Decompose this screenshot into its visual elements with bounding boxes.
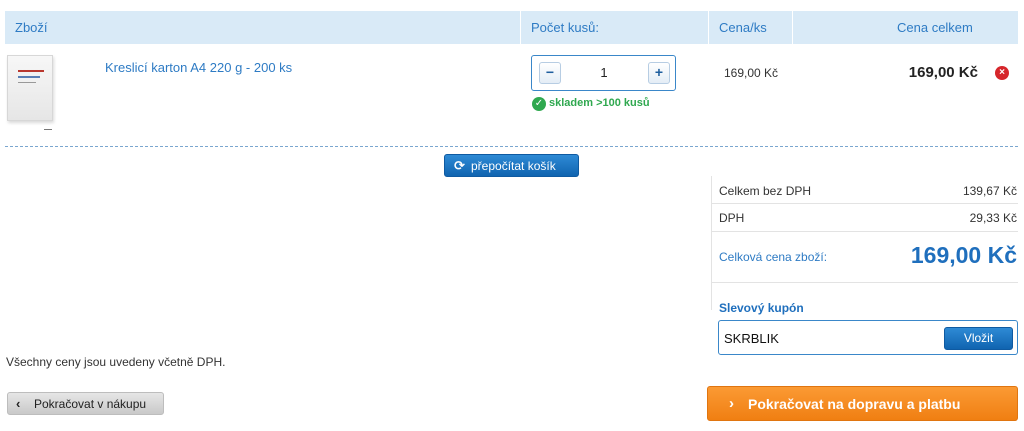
summary-divider: [711, 203, 1018, 204]
coupon-title: Slevový kupón: [719, 301, 804, 315]
summary-vat-value: 29,33 Kč: [969, 211, 1017, 225]
column-header-unit-price: Cena/ks: [719, 20, 767, 35]
column-header-product: Zboží: [15, 20, 48, 35]
quantity-stepper: − 1 +: [531, 55, 676, 91]
continue-to-shipping-button[interactable]: › Pokračovat na dopravu a platbu: [707, 386, 1018, 421]
header-divider: [792, 11, 793, 44]
summary-without-vat-value: 139,67 Kč: [962, 184, 1017, 198]
summary-divider: [711, 282, 1018, 283]
apply-coupon-button[interactable]: Vložit: [944, 327, 1013, 350]
quantity-input[interactable]: 1: [566, 65, 642, 80]
product-name-link[interactable]: Kreslicí karton A4 220 g - 200 ks: [105, 60, 292, 75]
thumbnail-stripe: [18, 76, 40, 78]
refresh-icon: ⟳: [454, 158, 465, 173]
cart-table-header: Zboží Počet kusů: Cena/ks Cena celkem: [5, 11, 1018, 44]
summary-without-vat-label: Celkem bez DPH: [719, 184, 812, 198]
recalculate-cart-label: přepočítat košík: [471, 159, 556, 173]
continue-shopping-button[interactable]: ‹ Pokračovat v nákupu: [7, 392, 164, 415]
column-header-quantity: Počet kusů:: [531, 20, 599, 35]
row-total-price: 169,00 Kč: [908, 64, 978, 81]
summary-total-label: Celková cena zboží:: [719, 250, 828, 264]
header-divider: [520, 11, 521, 44]
summary-divider: [711, 176, 712, 310]
summary-divider: [711, 231, 1018, 232]
thumbnail-stripe: [18, 70, 44, 72]
row-divider: [5, 146, 1018, 147]
coupon-form: SKRBLIK Vložit: [718, 320, 1018, 355]
remove-item-icon[interactable]: ×: [995, 66, 1009, 80]
summary-vat-label: DPH: [719, 211, 745, 225]
coupon-input[interactable]: SKRBLIK: [724, 331, 779, 346]
product-thumbnail[interactable]: [7, 55, 53, 121]
check-circle-icon: ✓: [532, 97, 546, 111]
stock-status-text: skladem >100 kusů: [549, 97, 650, 109]
vat-note: Všechny ceny jsou uvedeny včetně DPH.: [6, 355, 226, 369]
thumbnail-shadow: [44, 129, 52, 130]
summary-total-value: 169,00 Kč: [910, 242, 1017, 268]
continue-shopping-label: Pokračovat v nákupu: [34, 397, 147, 411]
unit-price: 169,00 Kč: [724, 66, 779, 80]
recalculate-cart-button[interactable]: ⟳ přepočítat košík: [444, 154, 579, 177]
chevron-left-icon: ‹: [16, 396, 21, 411]
increase-quantity-button[interactable]: +: [648, 62, 670, 84]
thumbnail-stripe: [18, 82, 36, 83]
decrease-quantity-button[interactable]: −: [539, 62, 561, 84]
column-header-total: Cena celkem: [897, 20, 973, 35]
header-divider: [708, 11, 709, 44]
chevron-right-icon: ›: [729, 395, 734, 412]
continue-to-shipping-label: Pokračovat na dopravu a platbu: [748, 396, 961, 412]
